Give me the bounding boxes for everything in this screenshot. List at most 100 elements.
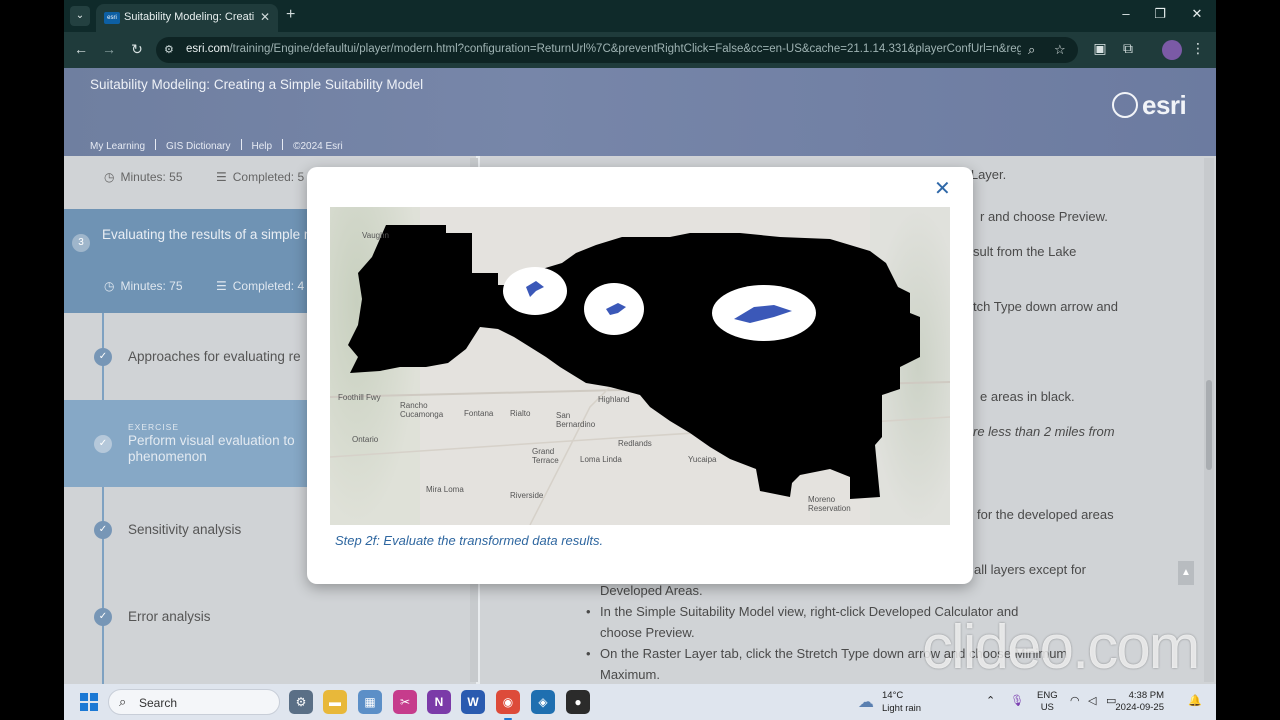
map-label: Vaughn xyxy=(362,231,389,240)
section-minutes: ◷ Minutes: 75 xyxy=(104,279,183,293)
esri-globe-icon xyxy=(1112,92,1138,118)
esri-favicon-icon: esri xyxy=(104,12,120,24)
weather-desc: Light rain xyxy=(882,703,922,714)
word-icon[interactable]: W xyxy=(461,690,485,714)
list-icon: ☰ xyxy=(216,279,227,293)
minimize-icon[interactable]: – xyxy=(1116,6,1136,21)
tab-close-icon[interactable]: ✕ xyxy=(260,10,270,24)
browser-toolbar: ← → ↻ ⚙ esri.com/training/Engine/default… xyxy=(64,32,1216,68)
map-label: Fontana xyxy=(464,409,494,418)
bullet-text: Maximum. xyxy=(600,667,660,682)
forward-arrow-icon[interactable]: → xyxy=(100,41,118,57)
content-line: all layers except for xyxy=(974,562,1086,577)
section-number-badge: 3 xyxy=(72,234,90,252)
sidebar-item-approaches[interactable]: Approaches for evaluating re xyxy=(128,349,301,364)
map-label: Loma Linda xyxy=(580,455,622,464)
close-icon[interactable]: ✕ xyxy=(934,176,951,201)
taskbar-clock[interactable]: 4:38 PM 2024-09-25 xyxy=(1104,690,1164,714)
mask-region xyxy=(348,225,920,499)
translate-icon[interactable]: ▣ xyxy=(1090,40,1110,57)
rain-cloud-icon[interactable]: ☁ xyxy=(858,692,874,712)
tab-search-chevron-icon[interactable]: ⌄ xyxy=(70,6,90,26)
photos-icon[interactable]: ▦ xyxy=(358,690,382,714)
notification-bell-icon[interactable]: 🔔 xyxy=(1188,694,1202,707)
content-line: Developed Areas. xyxy=(600,583,703,598)
checkmark-icon: ✓ xyxy=(94,521,112,539)
new-tab-plus-icon[interactable]: + xyxy=(286,6,295,24)
sidebar-item-error-analysis[interactable]: Error analysis xyxy=(128,609,211,624)
clock-icon: ◷ xyxy=(104,279,115,293)
letterbox-right xyxy=(1216,0,1280,720)
top-minutes: ◷ Minutes: 55 xyxy=(104,170,183,184)
address-bar[interactable]: ⚙ esri.com/training/Engine/defaultui/pla… xyxy=(156,37,1078,63)
letterbox-left xyxy=(0,0,64,720)
bullet-dot: • xyxy=(586,646,591,661)
checkmark-icon: ✓ xyxy=(94,435,112,453)
content-scroll-thumb[interactable] xyxy=(1206,380,1212,470)
restore-icon[interactable]: ❐ xyxy=(1150,6,1170,22)
url-text[interactable]: esri.com/training/Engine/defaultui/playe… xyxy=(186,43,1021,55)
lang-region: US xyxy=(1040,702,1054,713)
link-gis-dictionary[interactable]: GIS Dictionary xyxy=(166,141,230,152)
back-arrow-icon[interactable]: ← xyxy=(72,41,90,57)
sidebar-item-sensitivity[interactable]: Sensitivity analysis xyxy=(128,522,241,537)
header-links: My Learning GIS Dictionary Help ©2024 Esri xyxy=(90,139,343,152)
chevron-up-icon[interactable]: ⌃ xyxy=(986,694,995,707)
bookmark-star-icon[interactable]: ☆ xyxy=(1054,42,1066,58)
link-my-learning[interactable]: My Learning xyxy=(90,141,145,152)
map-label: Moreno Reservation xyxy=(808,495,851,513)
tab-title: Suitability Modeling: Creating a xyxy=(124,11,254,23)
wifi-icon[interactable]: ◠ xyxy=(1070,694,1080,707)
chrome-icon[interactable]: ◉ xyxy=(496,690,520,720)
menu-kebab-icon[interactable]: ⋮ xyxy=(1188,40,1208,57)
checkmark-icon: ✓ xyxy=(94,608,112,626)
window-close-icon[interactable]: ✕ xyxy=(1187,6,1207,22)
url-path: /training/Engine/defaultui/player/modern… xyxy=(229,43,1021,55)
language-indicator[interactable]: ENG US xyxy=(1037,690,1058,714)
volume-icon[interactable]: ◁ xyxy=(1088,694,1096,707)
snipping-tool-icon[interactable]: ✂ xyxy=(393,690,417,714)
map-label: Redlands xyxy=(618,439,652,448)
windows-taskbar: ⌕ Search ⚙ ▬ ▦ ✂ N W ◉ ◈ ● ☁ 14°C Light … xyxy=(64,684,1216,720)
reload-icon[interactable]: ↻ xyxy=(128,41,146,58)
microphone-icon[interactable]: 🎙 xyxy=(1010,694,1024,707)
taskbar-search[interactable]: ⌕ Search xyxy=(108,689,280,715)
scroll-to-top-button[interactable]: ▲ xyxy=(1178,561,1194,585)
settings-gear-icon[interactable]: ⚙ xyxy=(289,690,313,714)
app-record-icon[interactable]: ● xyxy=(566,690,590,714)
map-label: Mira Loma xyxy=(426,485,464,494)
suitability-map-image: Vaughn Foothill Fwy Rancho Cucamonga Fon… xyxy=(330,207,950,525)
list-icon: ☰ xyxy=(216,170,227,184)
link-help[interactable]: Help xyxy=(252,141,273,152)
clideo-watermark: clideo.com xyxy=(922,613,1200,682)
content-line: tch Type down arrow and xyxy=(973,299,1119,314)
esri-logo: esri xyxy=(1142,90,1187,120)
tab-suitability-modeling[interactable]: esri Suitability Modeling: Creating a ✕ xyxy=(96,4,278,32)
windows-start-icon[interactable] xyxy=(80,693,98,711)
tab-strip: ⌄ esri Suitability Modeling: Creating a … xyxy=(64,0,1216,32)
image-lightbox-modal: ✕ Vaughn Foothill Fwy Rancho Cucamonga F… xyxy=(307,167,973,584)
site-info-icon[interactable]: ⚙ xyxy=(164,43,174,56)
map-label: Rialto xyxy=(510,409,531,418)
content-line: e areas in black. xyxy=(980,389,1075,404)
checkmark-icon: ✓ xyxy=(94,348,112,366)
extensions-puzzle-icon[interactable]: ⧉ xyxy=(1118,40,1138,57)
zoom-magnifier-icon[interactable]: ⌕ xyxy=(1028,42,1035,58)
profile-avatar[interactable] xyxy=(1162,40,1182,60)
section-completed: ☰ Completed: 4 xyxy=(216,279,304,293)
clock-time: 4:38 PM xyxy=(1128,690,1164,701)
content-line: re less than 2 miles from xyxy=(973,424,1115,439)
bullet-text: choose Preview. xyxy=(600,625,695,640)
map-label: Foothill Fwy xyxy=(338,393,381,402)
browser-window: ⌄ esri Suitability Modeling: Creating a … xyxy=(64,0,1216,720)
app-shield-icon[interactable]: ◈ xyxy=(531,690,555,714)
lang-code: ENG xyxy=(1037,690,1058,701)
file-explorer-icon[interactable]: ▬ xyxy=(323,690,347,714)
search-label: Search xyxy=(139,696,178,710)
top-completed-text: Completed: 5 xyxy=(232,170,305,184)
map-label: Rancho Cucamonga xyxy=(400,401,444,419)
developed-areas-mask xyxy=(330,225,950,525)
top-minutes-text: Minutes: 55 xyxy=(120,170,183,184)
onenote-icon[interactable]: N xyxy=(427,690,451,714)
top-completed: ☰ Completed: 5 xyxy=(216,170,304,184)
